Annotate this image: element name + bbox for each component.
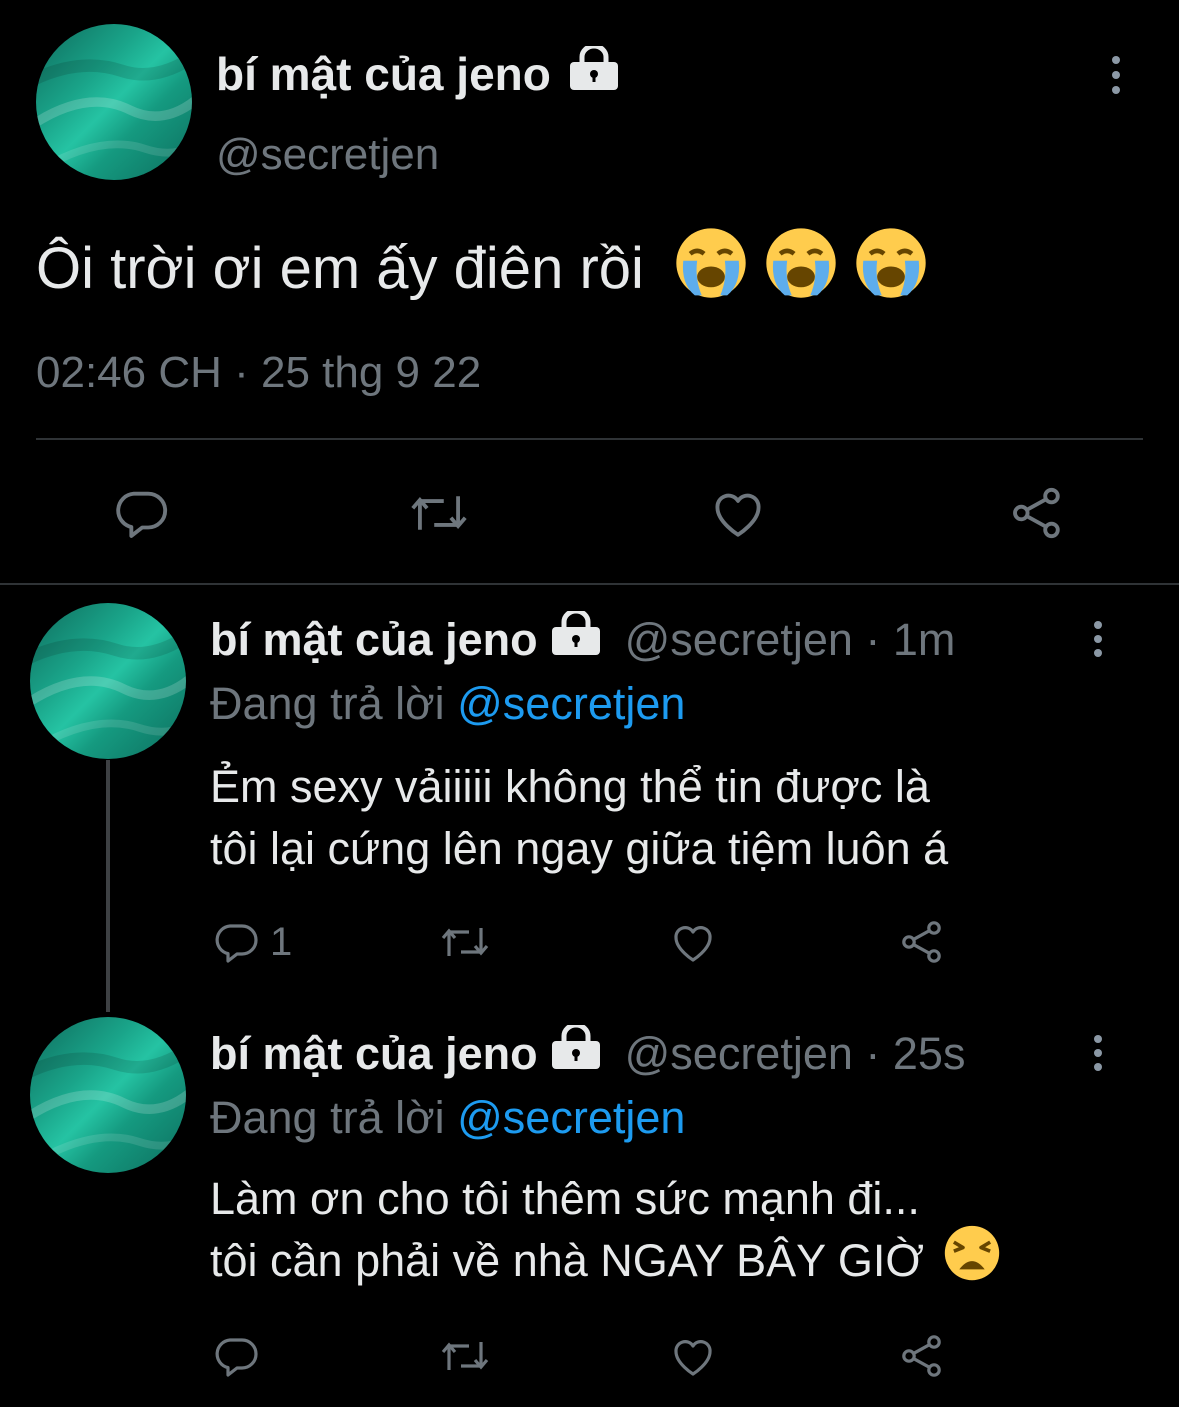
lock-icon xyxy=(568,43,620,102)
retweet-icon[interactable] xyxy=(438,1332,492,1380)
timestamp[interactable]: 02:46 CH · 25 thg 9 22 xyxy=(36,346,481,400)
share-icon[interactable] xyxy=(898,1332,946,1380)
mention-link[interactable]: @secretjen xyxy=(457,678,685,729)
handle[interactable]: @secretjen xyxy=(625,1028,853,1079)
reply-text-line: tôi cần phải về nhà NGAY BÂY GIỜ xyxy=(210,1235,924,1286)
separator-dot: · xyxy=(865,614,893,665)
relative-time[interactable]: 1m xyxy=(893,614,956,665)
crying-emoji-icon xyxy=(854,226,928,319)
reply-text-line: tôi lại cứng lên ngay giữa tiệm luôn á xyxy=(210,823,949,874)
mention-link[interactable]: @secretjen xyxy=(457,1092,685,1143)
reply-icon[interactable] xyxy=(212,1332,260,1380)
like-icon[interactable] xyxy=(708,484,768,542)
section-divider xyxy=(0,583,1179,585)
replying-to: Đang trả lời @secretjen xyxy=(210,1090,685,1146)
relative-time[interactable]: 25s xyxy=(893,1028,966,1079)
reply-text: Làm ơn cho tôi thêm sức mạnh đi... tôi c… xyxy=(210,1168,1001,1298)
display-name-text: bí mật của jeno xyxy=(216,48,551,100)
more-options-icon[interactable] xyxy=(1092,1035,1104,1071)
display-name[interactable]: bí mật của jeno xyxy=(210,1028,538,1079)
reply-text-line: Ẻm sexy vảiiiii không thể tin được là xyxy=(210,761,930,812)
thread-line xyxy=(106,760,110,1012)
display-name[interactable]: bí mật của jeno xyxy=(216,43,620,102)
reply-text-line: Làm ơn cho tôi thêm sức mạnh đi... xyxy=(210,1173,920,1224)
like-icon[interactable] xyxy=(668,918,718,966)
more-options-icon[interactable] xyxy=(1092,621,1104,657)
crying-emoji-icon xyxy=(674,226,748,319)
replying-to: Đang trả lời @secretjen xyxy=(210,676,685,732)
share-icon[interactable] xyxy=(898,918,946,966)
handle[interactable]: @secretjen xyxy=(625,614,853,665)
reply-header: bí mật của jeno @secretjen · 1m xyxy=(210,608,956,668)
share-icon[interactable] xyxy=(1008,484,1066,542)
replying-to-label: Đang trả lời xyxy=(210,678,445,729)
reply-count: 1 xyxy=(270,919,293,964)
avatar[interactable] xyxy=(30,1017,186,1173)
lock-icon xyxy=(550,608,602,668)
retweet-icon[interactable] xyxy=(438,918,492,966)
reply-icon[interactable] xyxy=(112,484,170,542)
divider xyxy=(36,438,1143,440)
separator-dot: · xyxy=(865,1028,893,1079)
tweet-text: Ôi trời ơi em ấy điên rồi xyxy=(36,226,928,319)
handle[interactable]: @secretjen xyxy=(216,128,439,182)
crying-emoji-icon xyxy=(764,226,838,319)
reply-icon[interactable]: 1 xyxy=(212,918,292,966)
more-options-icon[interactable] xyxy=(1110,56,1122,94)
avatar[interactable] xyxy=(30,603,186,759)
retweet-icon[interactable] xyxy=(408,484,470,542)
display-name[interactable]: bí mật của jeno xyxy=(210,614,538,665)
avatar[interactable] xyxy=(36,24,192,180)
lock-icon xyxy=(550,1022,602,1082)
weary-face-emoji-icon xyxy=(943,1224,1001,1298)
like-icon[interactable] xyxy=(668,1332,718,1380)
replying-to-label: Đang trả lời xyxy=(210,1092,445,1143)
reply-header: bí mật của jeno @secretjen · 25s xyxy=(210,1022,966,1082)
reply-text: Ẻm sexy vảiiiii không thể tin được là tô… xyxy=(210,756,948,880)
tweet-text-content: Ôi trời ơi em ấy điên rồi xyxy=(36,235,644,301)
